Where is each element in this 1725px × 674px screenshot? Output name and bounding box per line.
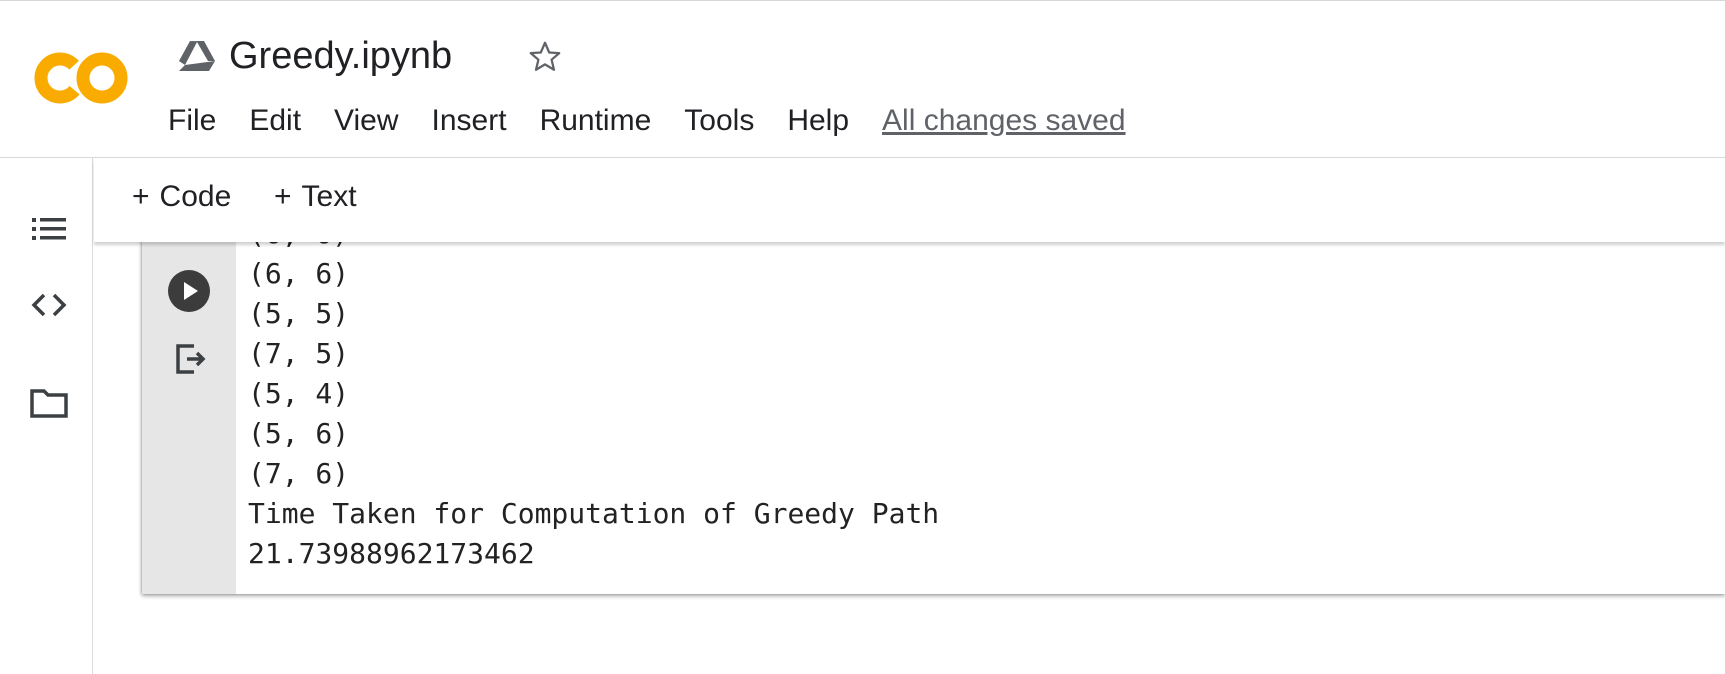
- plus-icon: +: [274, 180, 292, 213]
- code-snippets-icon[interactable]: [28, 284, 70, 326]
- output-line: (7, 5): [248, 337, 350, 370]
- add-text-label: Text: [301, 180, 357, 213]
- files-folder-icon[interactable]: [28, 382, 70, 424]
- menu-insert[interactable]: Insert: [432, 104, 507, 138]
- output-line: 21.73988962173462: [248, 537, 535, 570]
- colab-logo[interactable]: [34, 43, 134, 113]
- code-cell[interactable]: (6, 6)(6, 6)(5, 5)(7, 5)(5, 4)(5, 6)(7, …: [142, 217, 1725, 594]
- header: Greedy.ipynb File Edit View Insert Runti…: [0, 0, 1725, 158]
- output-line: (5, 4): [248, 377, 350, 410]
- menu-edit[interactable]: Edit: [249, 104, 301, 138]
- menu-tools[interactable]: Tools: [684, 104, 754, 138]
- star-icon[interactable]: [527, 39, 563, 75]
- menu-help[interactable]: Help: [787, 104, 849, 138]
- menu-file[interactable]: File: [168, 104, 216, 138]
- clear-output-icon[interactable]: [174, 342, 208, 376]
- add-text-cell-button[interactable]: + Text: [274, 180, 357, 214]
- cell-toolbar: + Code + Text: [94, 158, 1725, 242]
- plus-icon: +: [132, 180, 150, 213]
- output-line: Time Taken for Computation of Greedy Pat…: [248, 497, 940, 530]
- output-line: (6, 6): [248, 257, 350, 290]
- menu-runtime[interactable]: Runtime: [540, 104, 652, 138]
- cell-output: (6, 6)(6, 6)(5, 5)(7, 5)(5, 4)(5, 6)(7, …: [248, 214, 939, 574]
- add-code-label: Code: [159, 180, 232, 213]
- table-of-contents-icon[interactable]: [28, 208, 70, 250]
- menubar: File Edit View Insert Runtime Tools Help…: [168, 101, 1126, 141]
- cell-gutter: [142, 236, 236, 594]
- run-cell-button[interactable]: [166, 268, 212, 314]
- colab-window: Greedy.ipynb File Edit View Insert Runti…: [0, 0, 1725, 674]
- output-line: (5, 6): [248, 417, 350, 450]
- output-line: (7, 6): [248, 457, 350, 490]
- google-drive-icon[interactable]: [178, 39, 216, 73]
- add-code-cell-button[interactable]: + Code: [132, 180, 231, 214]
- left-sidebar: [0, 158, 93, 674]
- save-status[interactable]: All changes saved: [882, 104, 1126, 138]
- menu-view[interactable]: View: [334, 104, 398, 138]
- output-line: (5, 5): [248, 297, 350, 330]
- notebook-title[interactable]: Greedy.ipynb: [229, 31, 452, 81]
